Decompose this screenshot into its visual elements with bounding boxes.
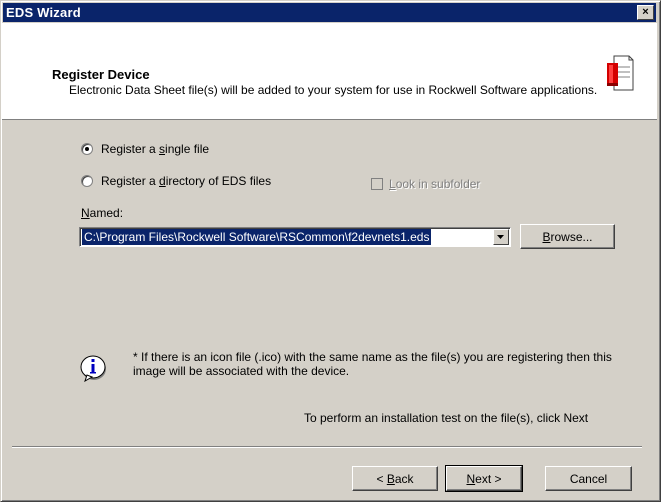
cancel-button[interactable]: Cancel bbox=[545, 466, 632, 491]
subfolder-checkbox[interactable]: Look in subfolder bbox=[371, 177, 480, 191]
close-icon: × bbox=[642, 6, 649, 18]
dropdown-button[interactable] bbox=[493, 229, 509, 245]
radio-button[interactable] bbox=[81, 143, 93, 155]
named-label: Named: bbox=[81, 206, 124, 220]
radio-directory[interactable]: Register a directory of EDS files bbox=[81, 174, 271, 188]
window-title: EDS Wizard bbox=[6, 5, 81, 20]
file-path-value[interactable]: C:\Program Files\Rockwell Software\RSCom… bbox=[82, 229, 432, 245]
checkbox-box[interactable] bbox=[371, 178, 383, 190]
radio-single-file[interactable]: Register a single file bbox=[81, 142, 209, 156]
page-title: Register Device bbox=[52, 67, 150, 82]
close-button[interactable]: × bbox=[637, 5, 654, 20]
page-description: Electronic Data Sheet file(s) will be ad… bbox=[69, 83, 598, 97]
subfolder-label: Look in subfolder bbox=[389, 177, 481, 191]
radio-single-file-label: Register a single file bbox=[101, 142, 210, 156]
next-button[interactable]: Next > bbox=[445, 465, 523, 492]
cancel-label: Cancel bbox=[569, 471, 608, 486]
wizard-header: Register Device Electronic Data Sheet fi… bbox=[2, 23, 657, 120]
chevron-down-icon bbox=[497, 234, 504, 239]
browse-label: Browse... bbox=[542, 229, 593, 244]
installation-test-hint: To perform an installation test on the f… bbox=[304, 411, 589, 425]
button-separator bbox=[12, 446, 642, 448]
title-bar[interactable]: EDS Wizard × bbox=[3, 3, 656, 22]
file-path-combobox[interactable]: C:\Program Files\Rockwell Software\RSCom… bbox=[79, 227, 511, 247]
radio-selected-dot bbox=[85, 147, 89, 151]
radio-button[interactable] bbox=[81, 175, 93, 187]
radio-directory-label: Register a directory of EDS files bbox=[101, 174, 272, 188]
browse-button[interactable]: Browse... bbox=[520, 224, 615, 249]
back-label: < Back bbox=[376, 471, 414, 486]
info-note: * If there is an icon file (.ico) with t… bbox=[133, 350, 612, 378]
eds-document-icon bbox=[607, 55, 634, 91]
next-label: Next > bbox=[466, 471, 502, 486]
info-icon bbox=[80, 355, 106, 382]
back-button[interactable]: < Back bbox=[352, 466, 438, 491]
